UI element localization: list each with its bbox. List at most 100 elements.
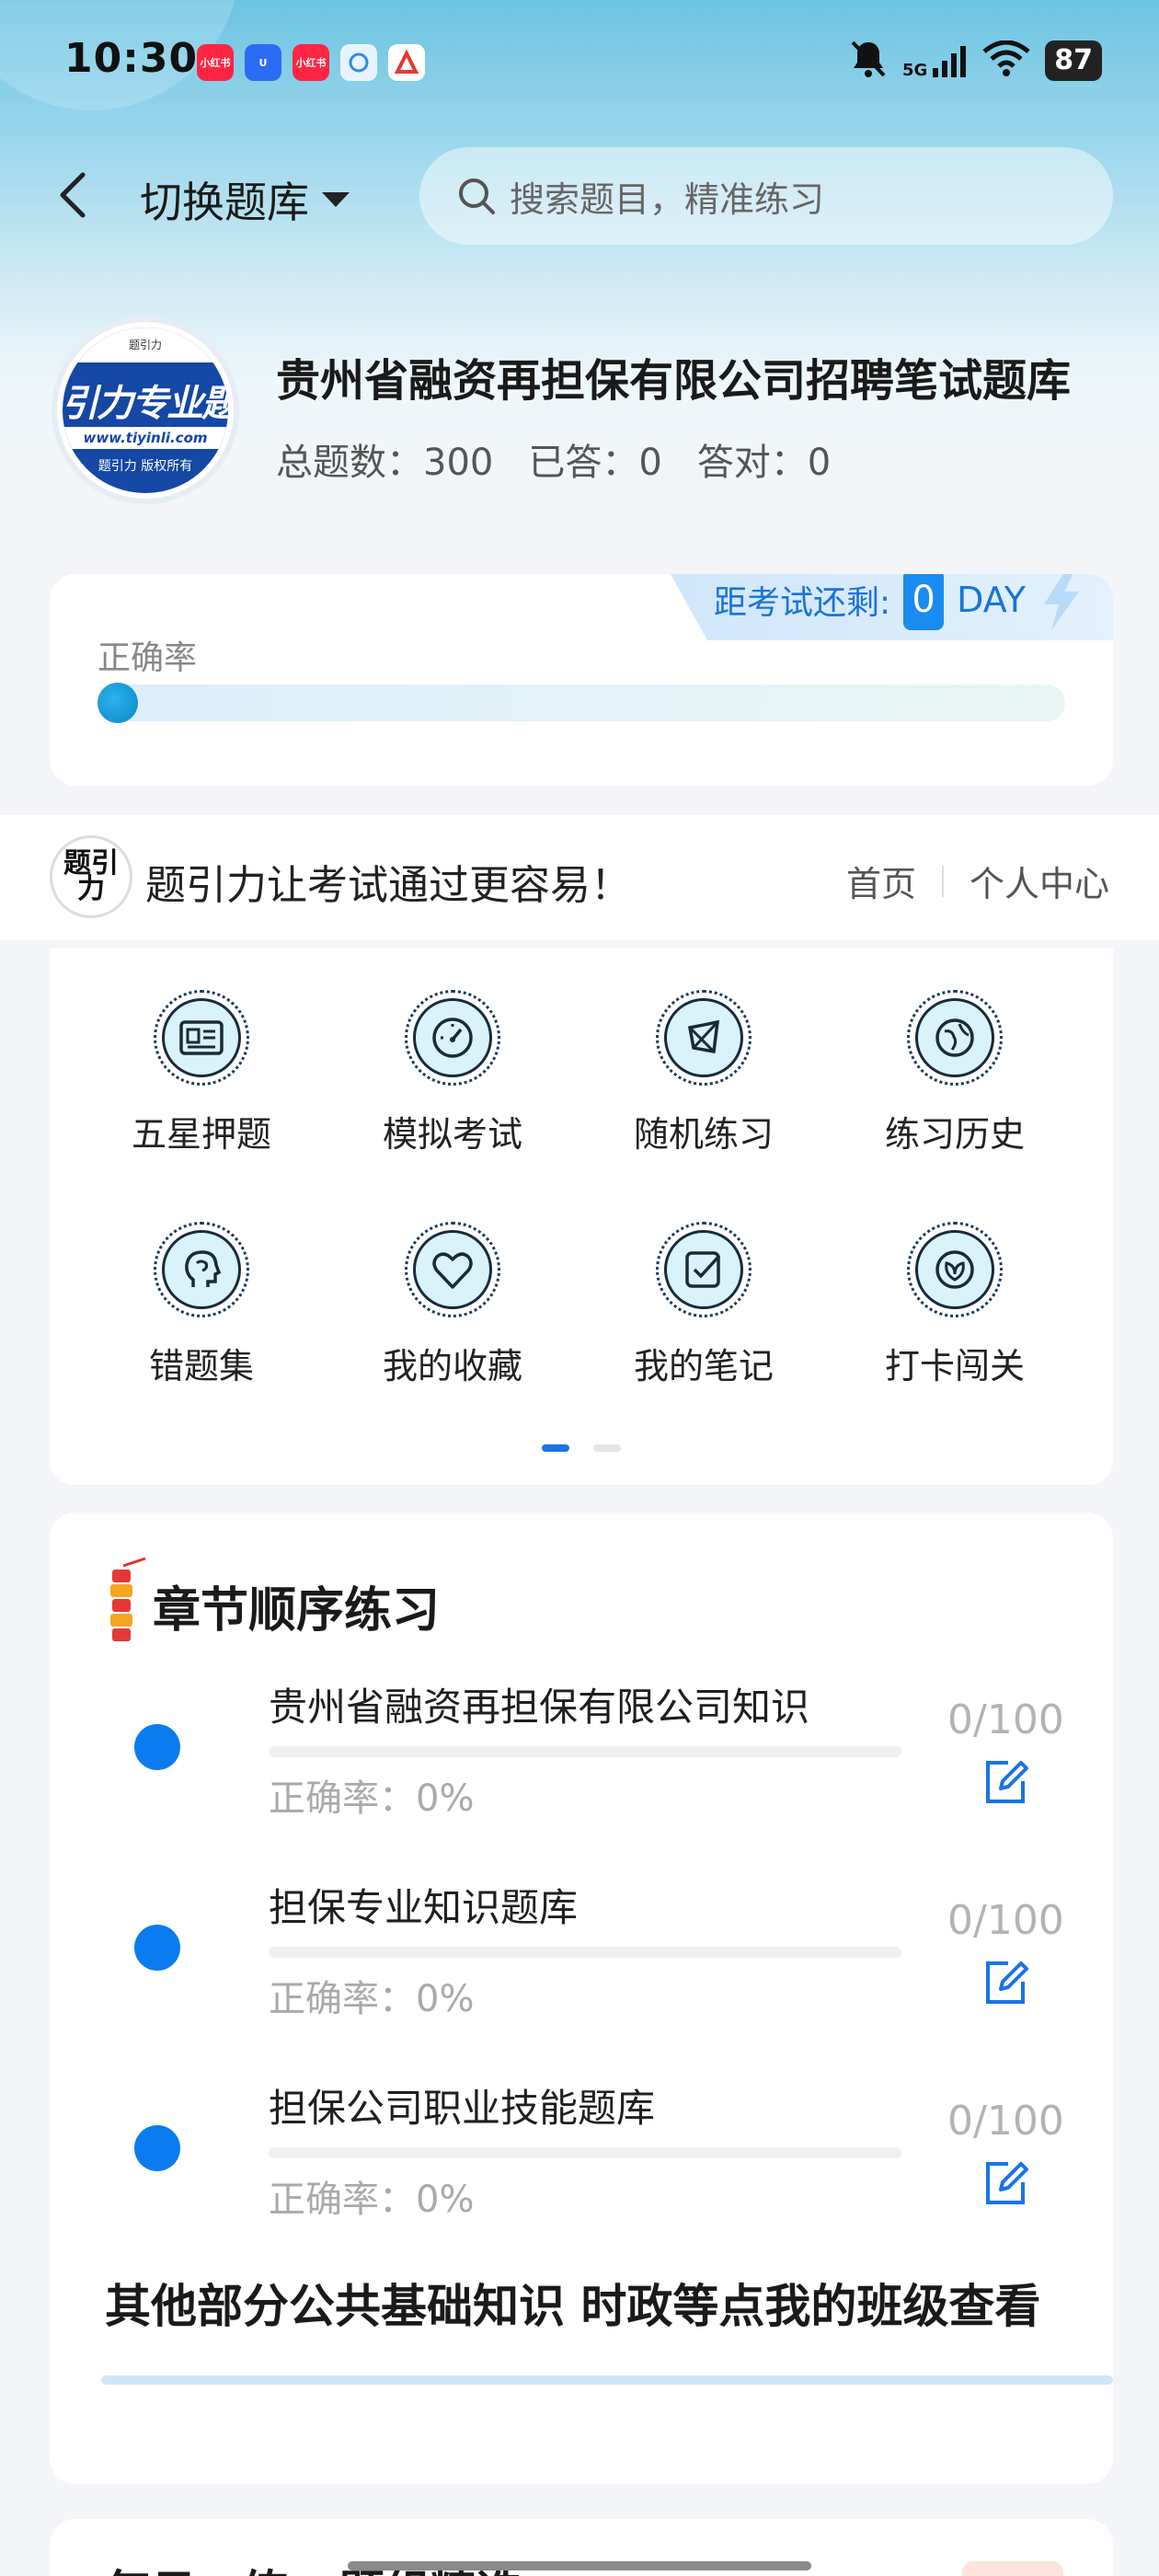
feature-checkin[interactable]: 打卡闯关	[840, 1222, 1070, 1388]
logo-main-text: 引力专业题	[63, 383, 228, 425]
accuracy-card: 距考试还剩: 0 DAY 正确率	[50, 574, 1113, 786]
feature-history[interactable]: 练习历史	[840, 990, 1070, 1156]
logo-url-text: www.tiyinli.com	[63, 427, 228, 449]
feature-mock-exam[interactable]: 模拟考试	[338, 990, 568, 1156]
class-link[interactable]: 其他部分公共基础知识 时政等点我的班级查看	[105, 2278, 1080, 2335]
accuracy-progress-handle	[98, 683, 138, 723]
divider	[941, 865, 944, 897]
bank-logo: 题引力 引力专业题 www.tiyinli.com 题引力 版权所有	[52, 316, 239, 504]
chapter-row[interactable]: 贵州省融资再担保有限公司知识 正确率：0% 0/100	[50, 1669, 1113, 1853]
chapter-progress-count: 0/100	[947, 1897, 1064, 1944]
feature-label: 五星押题	[131, 1114, 271, 1155]
chapter-practice-card: 章节顺序练习 贵州省融资再担保有限公司知识 正确率：0% 0/100 担保专业知…	[50, 1512, 1113, 2484]
chapter-row[interactable]: 担保公司职业技能题库 正确率：0% 0/100	[50, 2070, 1113, 2254]
feature-label: 打卡闯关	[884, 1346, 1025, 1386]
feature-favorites[interactable]: 我的收藏	[338, 1222, 568, 1388]
next-section-tag	[962, 2561, 1063, 2576]
edit-icon[interactable]	[981, 2158, 1030, 2208]
class-link-underline	[101, 2375, 1113, 2385]
status-bar: 10:30 小红书 U 小红书 5G 87	[0, 0, 1159, 120]
history-globe-icon	[935, 1018, 974, 1057]
chapter-progress-bar	[269, 2147, 901, 2158]
lightning-icon	[1044, 574, 1079, 630]
speedometer-icon	[432, 1018, 473, 1058]
brain-head-icon	[185, 1250, 222, 1287]
accuracy-progress-track	[98, 684, 1065, 721]
chapter-accuracy: 正确率：0%	[269, 1978, 475, 2020]
chapter-progress-bar	[269, 1746, 901, 1757]
brand-logo: 题引力	[50, 835, 132, 918]
exam-countdown: 距考试还剩: 0 DAY	[662, 574, 1113, 640]
search-icon	[459, 178, 495, 214]
slogan-text: 题引力让考试通过更容易！	[145, 862, 631, 909]
edit-icon[interactable]	[981, 1757, 1030, 1807]
heart-icon	[432, 1252, 473, 1289]
back-button[interactable]	[55, 167, 92, 223]
edit-icon[interactable]	[981, 1958, 1030, 2007]
chapter-progress-bar	[269, 1947, 901, 1958]
chapter-accuracy: 正确率：0%	[269, 1777, 475, 1820]
home-link[interactable]: 首页	[846, 856, 916, 906]
chapter-name: 担保专业知识题库	[269, 1885, 579, 1930]
page-dot	[593, 1444, 621, 1452]
cellular-signal-icon: 5G	[902, 42, 968, 79]
chapter-progress-count: 0/100	[947, 1696, 1064, 1743]
feature-label: 我的收藏	[382, 1346, 522, 1386]
checked-note-icon	[685, 1251, 721, 1288]
chapter-progress-count: 0/100	[947, 2098, 1064, 2145]
switch-bank-dropdown[interactable]: 切换题库	[140, 169, 351, 230]
chapter-dot	[134, 1925, 180, 1971]
bank-title: 贵州省融资再担保有限公司招聘笔试题库	[276, 355, 1072, 407]
chapter-section-title: 章节顺序练习	[153, 1583, 441, 1639]
home-indicator[interactable]	[348, 2561, 811, 2570]
correct-count: 答对：0	[696, 442, 832, 484]
chapter-accuracy: 正确率：0%	[269, 2179, 475, 2221]
feature-label: 错题集	[148, 1346, 254, 1386]
random-network-icon	[687, 1019, 720, 1054]
firecracker-icon	[110, 1557, 146, 1641]
switch-bank-label: 切换题库	[140, 178, 309, 227]
xiaohongshu-icon-2: 小红书	[293, 44, 329, 81]
logo-foot-text: 题引力 版权所有	[98, 459, 193, 474]
feature-label: 模拟考试	[382, 1114, 522, 1155]
search-placeholder: 搜索题目，精准练习	[510, 178, 825, 220]
app-blue-icon: U	[245, 44, 281, 81]
total-questions: 总题数：300	[276, 442, 494, 484]
id-card-icon	[179, 1020, 224, 1055]
feature-random-practice[interactable]: 随机练习	[589, 990, 819, 1156]
feature-notes[interactable]: 我的笔记	[589, 1222, 819, 1388]
countdown-value: 0	[903, 574, 945, 630]
feature-label: 我的笔记	[633, 1346, 774, 1386]
bank-stats: 总题数：300 已答：0 答对：0	[276, 432, 831, 486]
chapter-row[interactable]: 担保专业知识题库 正确率：0% 0/100	[50, 1869, 1113, 2053]
search-input[interactable]: 搜索题目，精准练习	[419, 147, 1113, 245]
feature-label: 练习历史	[884, 1114, 1025, 1155]
xiaohongshu-icon: 小红书	[197, 44, 234, 81]
page-indicator	[542, 1444, 621, 1452]
chapter-dot	[134, 2125, 180, 2171]
chapter-dot	[134, 1724, 180, 1770]
feature-grid: 五星押题 模拟考试 随机练习 练习历史 错题集 我的收藏 我的笔记 打卡闯关	[50, 948, 1113, 1485]
countdown-label: 距考试还剩:	[714, 584, 891, 622]
slogan-bar: 题引力 题引力让考试通过更容易！ 首页 个人中心	[0, 815, 1159, 940]
feature-wrong-answers[interactable]: 错题集	[86, 1222, 316, 1388]
chevron-left-icon	[60, 172, 86, 218]
mute-bell-icon	[849, 39, 888, 83]
answered-count: 已答：0	[528, 442, 662, 484]
logo-top-text: 题引力	[63, 328, 228, 362]
profile-link[interactable]: 个人中心	[970, 856, 1109, 906]
caret-down-icon	[322, 192, 350, 207]
page-dot-active	[542, 1444, 569, 1452]
chat-icon	[340, 44, 377, 81]
countdown-unit: DAY	[957, 580, 1026, 620]
chapter-name: 贵州省融资再担保有限公司知识	[269, 1685, 810, 1730]
feature-label: 随机练习	[633, 1114, 774, 1155]
app-red-a-icon	[388, 44, 425, 81]
feature-five-star[interactable]: 五星押题	[86, 990, 316, 1156]
accuracy-label: 正确率	[98, 639, 198, 677]
leaf-badge-icon	[935, 1250, 974, 1289]
chapter-name: 担保公司职业技能题库	[269, 2086, 656, 2131]
status-time: 10:30	[64, 35, 199, 82]
battery-indicator: 87	[1045, 40, 1102, 81]
wifi-icon	[982, 40, 1030, 81]
